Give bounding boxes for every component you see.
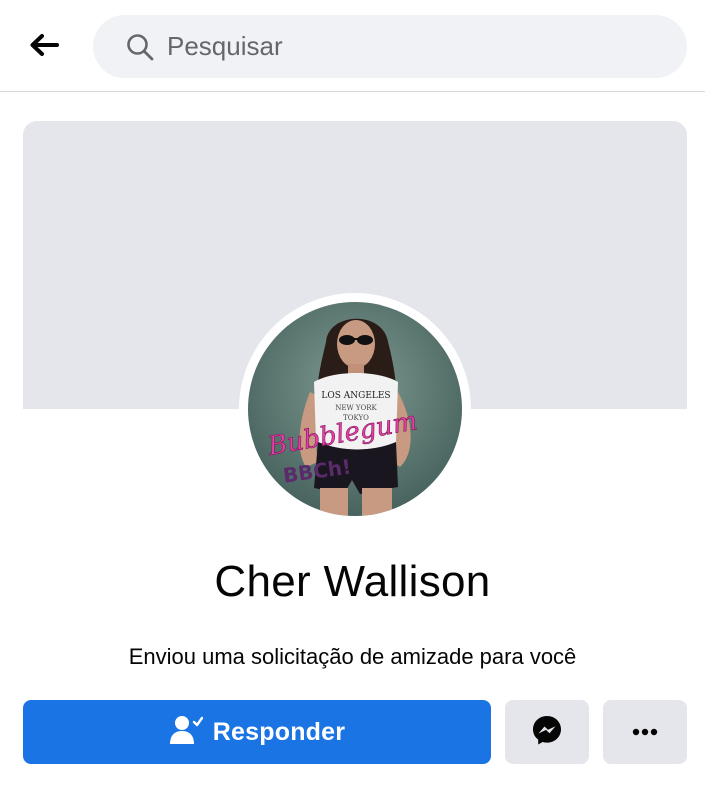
message-button[interactable] xyxy=(505,700,589,764)
arrow-left-icon xyxy=(29,33,59,62)
messenger-icon xyxy=(531,714,563,751)
search-bar[interactable] xyxy=(93,15,687,78)
more-horizontal-icon xyxy=(632,723,658,741)
back-button[interactable] xyxy=(20,24,68,70)
friend-request-text: Enviou uma solicitação de amizade para v… xyxy=(128,644,577,669)
search-input[interactable] xyxy=(167,31,647,62)
person-check-icon xyxy=(169,715,203,750)
profile-photo-image: LOS ANGELES NEW YORK TOKYO Bubblegum BBC… xyxy=(248,302,462,516)
respond-button[interactable]: Responder xyxy=(23,700,491,764)
search-icon xyxy=(123,30,157,64)
more-options-button[interactable] xyxy=(603,700,687,764)
svg-text:LOS ANGELES: LOS ANGELES xyxy=(321,391,390,401)
profile-picture[interactable]: LOS ANGELES NEW YORK TOKYO Bubblegum BBC… xyxy=(248,302,462,516)
top-bar xyxy=(0,0,705,92)
profile-name: Cher Wallison xyxy=(214,557,491,606)
respond-button-label: Responder xyxy=(212,717,346,746)
svg-text:NEW YORK: NEW YORK xyxy=(335,404,377,412)
